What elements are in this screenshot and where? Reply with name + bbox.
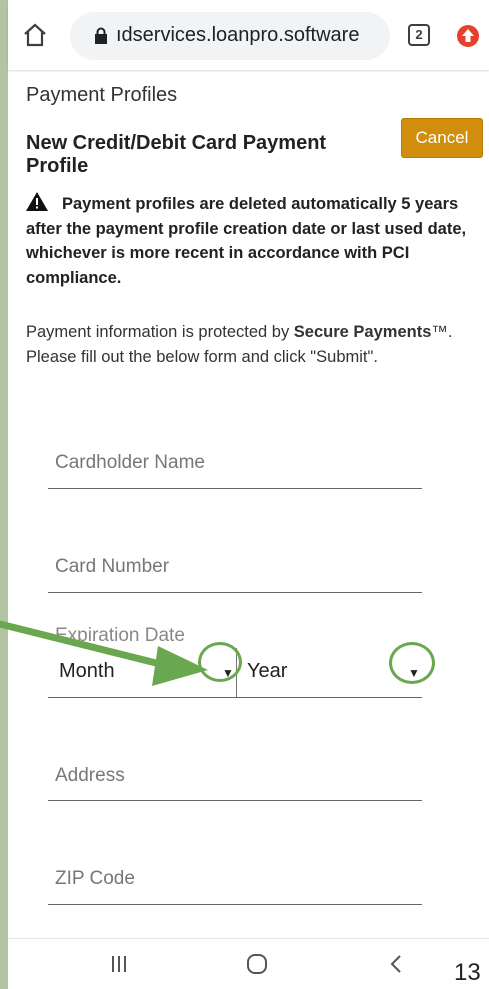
info-text: Payment information is protected by Secu… [26,320,476,369]
warning-notice: Payment profiles are deleted automatical… [26,192,486,290]
recent-apps-icon[interactable] [108,953,130,980]
browser-toolbar: ıdservices.loanpro.software 2 [8,0,489,70]
annotation-arrow [0,620,208,686]
lock-icon [94,27,108,45]
address-bar[interactable]: ıdservices.loanpro.software [70,12,390,60]
nav-home-icon[interactable] [246,953,268,980]
back-icon[interactable] [386,953,408,980]
form-title: New Credit/Debit Card Payment Profile [26,132,327,177]
info-prefix: Payment information is protected by [26,323,294,341]
info-bold: Secure Payments [293,323,432,341]
tab-switcher-icon[interactable]: 2 [408,24,430,46]
home-icon[interactable] [22,22,48,48]
zip-code-field[interactable]: ZIP Code [55,868,135,890]
address-field[interactable]: Address [55,765,125,787]
page-heading: Payment Profiles [26,84,178,106]
phone-screen: ıdservices.loanpro.software 2 Payment Pr… [8,0,489,989]
address-underline [48,800,422,801]
zip-underline [48,904,422,905]
update-icon[interactable] [456,24,480,48]
cardholder-name-field[interactable]: Cardholder Name [55,452,205,474]
cancel-button[interactable]: Cancel [401,118,483,158]
page-number: 13 [454,959,481,986]
warning-icon [26,192,48,211]
system-nav-bar: 13 [8,938,489,989]
url-text: ıdservices.loanpro.software [116,24,360,46]
warning-text: Payment profiles are deleted automatical… [26,195,467,287]
cardholder-underline [48,488,422,489]
